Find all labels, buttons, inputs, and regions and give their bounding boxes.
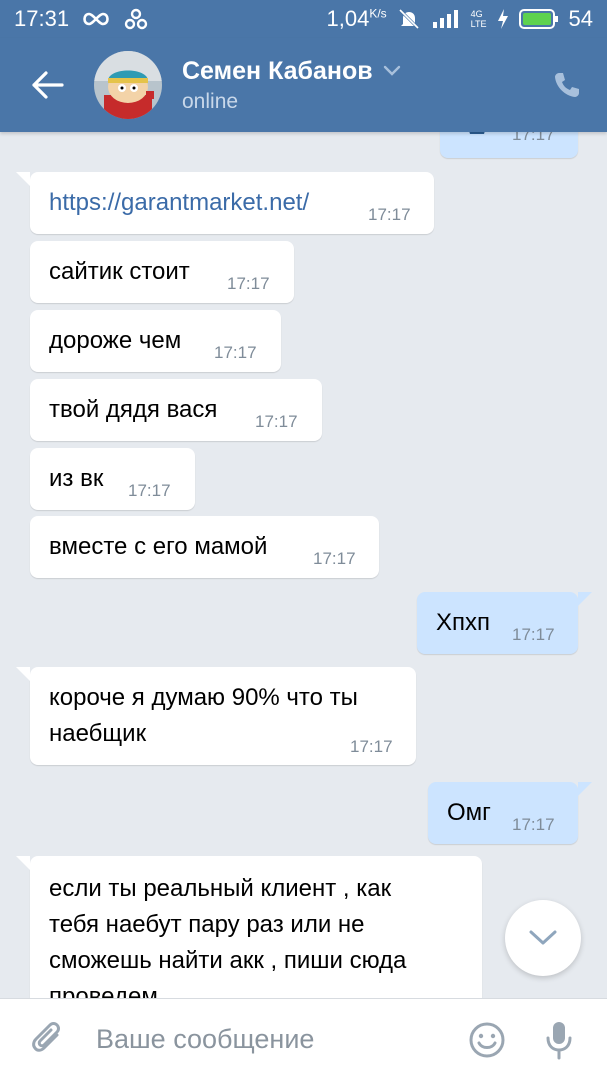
message-outgoing[interactable]: 17:17 [440,132,578,158]
scroll-down-button[interactable] [505,900,581,976]
mute-bell-icon [397,7,421,31]
paperclip-icon [32,1021,60,1052]
message-time: 17:17 [128,481,171,500]
phone-icon [555,73,579,97]
charging-icon [497,8,509,30]
chat-header: Семен Кабанов online [0,38,607,132]
infinity-icon [81,10,111,28]
microphone-icon [546,1021,572,1059]
signal-icon [431,8,461,30]
link-icon [123,8,149,30]
message-text-line: наебщик [49,720,147,747]
message-text-line: тебя наебут пару раз или не [49,911,365,938]
status-bar: 17:31 1,04K/s 4G LTE 54 [0,0,607,38]
message-text: сайтик стоит [49,258,190,285]
contact-info[interactable]: Семен Кабанов online [182,57,401,114]
network-type: 4G LTE [470,9,487,29]
message-input[interactable] [96,1024,451,1055]
message-time: 17:17 [368,205,411,224]
message-time: 17:17 [512,132,555,144]
message-outgoing[interactable]: Хпхп 17:17 [417,592,592,654]
message-incoming[interactable]: короче я думаю 90% что ты наебщик 17:17 [16,667,416,765]
chevron-down-icon [529,930,557,945]
attach-button[interactable] [0,999,96,1080]
arrow-left-icon [32,71,64,99]
emoji-button[interactable] [451,999,523,1080]
message-time: 17:17 [350,737,393,756]
message-incoming[interactable]: если ты реальный клиент , как тебя наебу… [16,856,482,998]
message-time: 17:17 [255,412,298,431]
back-button[interactable] [0,38,96,132]
message-time: 17:17 [313,549,356,568]
battery-icon [518,8,559,30]
message-text-line: проведем [49,983,158,998]
message-text-line: если ты реальный клиент , как [49,875,392,902]
message-incoming[interactable]: из вк 17:17 [30,448,195,510]
message-text: из вк [49,465,104,492]
message-text-line: короче я думаю 90% что ты [49,684,358,711]
message-list[interactable]: 17:17 https://garantmarket.net/ 17:17 са… [0,132,607,998]
message-text: вместе с его мамой [49,533,268,560]
message-time: 17:17 [512,625,555,644]
battery-level: 54 [568,6,593,31]
message-time: 17:17 [227,274,270,293]
contact-status: online [182,89,239,113]
call-button[interactable] [527,38,607,132]
message-text: дороже чем [49,327,182,354]
contact-name: Семен Кабанов [182,56,373,85]
message-incoming[interactable]: твой дядя вася 17:17 [30,379,322,441]
chevron-down-icon [383,65,400,76]
message-text: твой дядя вася [49,396,218,423]
network-speed: 1,04K/s [326,6,387,31]
message-text: Омг [447,799,491,826]
message-time: 17:17 [512,815,555,834]
message-incoming[interactable]: сайтик стоит 17:17 [30,241,294,303]
message-incoming[interactable]: дороже чем 17:17 [30,310,281,372]
message-composer [0,998,607,1080]
message-outgoing[interactable]: Омг 17:17 [428,782,592,844]
sticker-image [469,132,485,134]
message-incoming[interactable]: вместе с его мамой 17:17 [30,516,379,578]
smiley-icon [469,1022,505,1057]
avatar[interactable] [94,51,162,119]
status-time: 17:31 [14,6,70,31]
message-text-line: сможешь найти акк , пиши сюда [49,947,407,974]
message-time: 17:17 [214,343,257,362]
message-link[interactable]: https://garantmarket.net/ [49,189,309,217]
microphone-button[interactable] [523,999,595,1080]
message-incoming[interactable]: https://garantmarket.net/ 17:17 [16,172,434,234]
message-text: Хпхп [436,609,490,636]
